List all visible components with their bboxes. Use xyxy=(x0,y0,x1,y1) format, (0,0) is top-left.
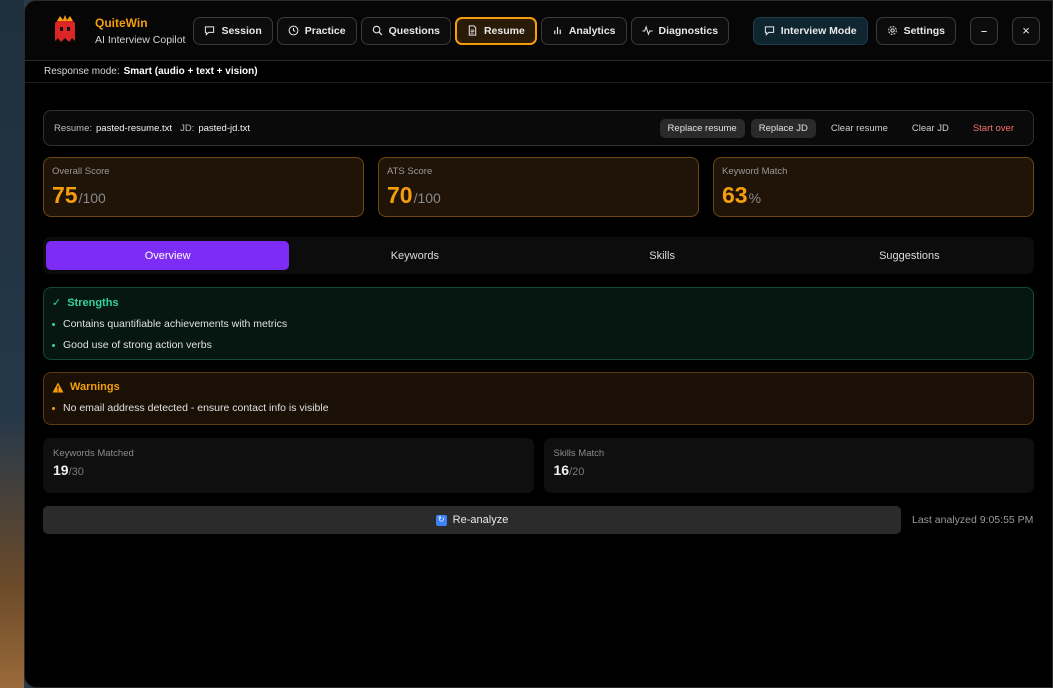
file-bar: Resume: pasted-resume.txt JD: pasted-jd.… xyxy=(43,110,1034,146)
resume-file-name: pasted-resume.txt xyxy=(96,122,173,134)
skills-match-card: Skills Match 16 /20 xyxy=(543,438,1034,493)
metric-label: Skills Match xyxy=(553,448,605,459)
overall-score-card: Overall Score 75 /100 xyxy=(43,157,364,217)
score-value: 63 xyxy=(722,182,748,208)
nav-questions-label: Questions xyxy=(388,24,440,37)
strengths-title: Strengths xyxy=(67,296,119,309)
start-over-button[interactable]: Start over xyxy=(964,119,1023,138)
ghost-logo-icon xyxy=(51,14,79,47)
reanalyze-button[interactable]: ↻ Re-analyze xyxy=(43,506,901,534)
response-mode-label: Response mode: xyxy=(44,66,120,77)
action-row: ↻ Re-analyze Last analyzed 9:05:55 PM xyxy=(43,506,1034,534)
metric-label: Keywords Matched xyxy=(53,448,134,459)
chat-icon xyxy=(205,26,215,36)
list-item: Contains quantifiable achievements with … xyxy=(52,318,1025,330)
metric-value: 16 xyxy=(553,462,570,478)
nav-resume-label: Resume xyxy=(483,24,525,37)
check-icon: ✓ xyxy=(52,297,62,309)
bullet-icon xyxy=(52,322,55,326)
app-subtitle: AI Interview Copilot xyxy=(95,33,186,46)
nav-resume-button[interactable]: Resume xyxy=(454,16,537,45)
warning-triangle-icon xyxy=(52,382,64,392)
minimize-button[interactable]: – xyxy=(970,16,998,45)
main-nav: Session Practice Questions Resume Analyt… xyxy=(193,16,730,45)
nav-diagnostics-button[interactable]: Diagnostics xyxy=(630,16,730,45)
metric-value: 19 xyxy=(53,462,69,478)
bullet-icon xyxy=(52,343,55,347)
metric-cards: Keywords Matched 19 /30 Skills Match 16 … xyxy=(43,438,1034,493)
ats-score-card: ATS Score 70 /100 xyxy=(378,157,699,217)
chat-icon xyxy=(764,26,774,36)
score-suffix: /100 xyxy=(78,190,106,206)
jd-file-label: JD: xyxy=(180,122,195,134)
list-item: Good use of strong action verbs xyxy=(52,339,1025,351)
interview-mode-label: Interview Mode xyxy=(780,24,857,37)
score-value: 75 xyxy=(52,182,78,208)
nav-session-label: Session xyxy=(221,24,262,37)
score-value: 70 xyxy=(387,182,413,208)
document-icon xyxy=(468,25,477,36)
tab-overview[interactable]: Overview xyxy=(46,241,290,270)
resume-content: Resume: pasted-resume.txt JD: pasted-jd.… xyxy=(25,83,1034,534)
tab-skills[interactable]: Skills xyxy=(541,241,784,270)
settings-label: Settings xyxy=(903,24,945,37)
search-icon xyxy=(372,25,382,36)
warnings-title: Warnings xyxy=(70,381,120,393)
tab-keywords[interactable]: Keywords xyxy=(293,241,536,270)
nav-practice-label: Practice xyxy=(304,24,346,37)
score-label: Overall Score xyxy=(52,166,110,177)
score-label: ATS Score xyxy=(387,166,433,177)
jd-file-name: pasted-jd.txt xyxy=(198,122,251,134)
app-name: QuiteWin xyxy=(95,15,148,30)
metric-total: /20 xyxy=(569,466,585,478)
replace-jd-button[interactable]: Replace JD xyxy=(750,118,816,138)
app-window: QuiteWin AI Interview Copilot Session Pr… xyxy=(24,0,1053,688)
score-label: Keyword Match xyxy=(722,166,788,177)
warnings-panel: Warnings No email address detected - ens… xyxy=(43,372,1034,425)
nav-practice-button[interactable]: Practice xyxy=(276,16,357,45)
tab-suggestions[interactable]: Suggestions xyxy=(788,241,1031,270)
nav-analytics-label: Analytics xyxy=(568,24,616,37)
top-bar: QuiteWin AI Interview Copilot Session Pr… xyxy=(25,1,1052,61)
bullet-icon xyxy=(52,406,55,410)
analysis-tabs: Overview Keywords Skills Suggestions xyxy=(43,237,1034,274)
resume-file-label: Resume: xyxy=(54,122,93,134)
score-suffix: /100 xyxy=(413,190,441,206)
pulse-icon xyxy=(641,25,653,36)
desktop-background xyxy=(0,0,24,688)
nav-diagnostics-label: Diagnostics xyxy=(658,24,719,37)
brand: QuiteWin AI Interview Copilot xyxy=(95,16,185,46)
response-mode-bar: Response mode: Smart (audio + text + vis… xyxy=(25,61,1052,83)
bar-chart-icon xyxy=(553,26,561,35)
list-item: No email address detected - ensure conta… xyxy=(52,402,1025,414)
keyword-match-card: Keyword Match 63 % xyxy=(713,157,1034,217)
nav-questions-button[interactable]: Questions xyxy=(360,16,451,45)
score-suffix: % xyxy=(748,190,762,206)
interview-mode-button[interactable]: Interview Mode xyxy=(752,16,868,45)
nav-analytics-button[interactable]: Analytics xyxy=(540,16,627,45)
clock-icon xyxy=(288,25,299,36)
clear-resume-button[interactable]: Clear resume xyxy=(822,119,897,138)
close-button[interactable]: × xyxy=(1012,16,1040,45)
replace-resume-button[interactable]: Replace resume xyxy=(659,118,745,138)
minimize-icon: – xyxy=(981,24,987,37)
close-icon: × xyxy=(1022,23,1030,38)
clear-jd-button[interactable]: Clear JD xyxy=(903,119,958,138)
file-actions: Replace resume Replace JD Clear resume C… xyxy=(659,118,1023,138)
last-analyzed-timestamp: Last analyzed 9:05:55 PM xyxy=(912,514,1034,526)
score-cards: Overall Score 75 /100 ATS Score 70 /100 … xyxy=(43,157,1034,217)
metric-total: /30 xyxy=(68,466,84,478)
refresh-icon: ↻ xyxy=(435,514,447,526)
response-mode-value: Smart (audio + text + vision) xyxy=(123,66,258,77)
strengths-panel: ✓ Strengths Contains quantifiable achiev… xyxy=(43,287,1034,360)
settings-button[interactable]: Settings xyxy=(875,16,956,45)
gear-icon xyxy=(887,26,897,35)
reanalyze-label: Re-analyze xyxy=(452,514,509,526)
nav-session-button[interactable]: Session xyxy=(193,16,273,45)
keywords-matched-card: Keywords Matched 19 /30 xyxy=(43,438,534,493)
